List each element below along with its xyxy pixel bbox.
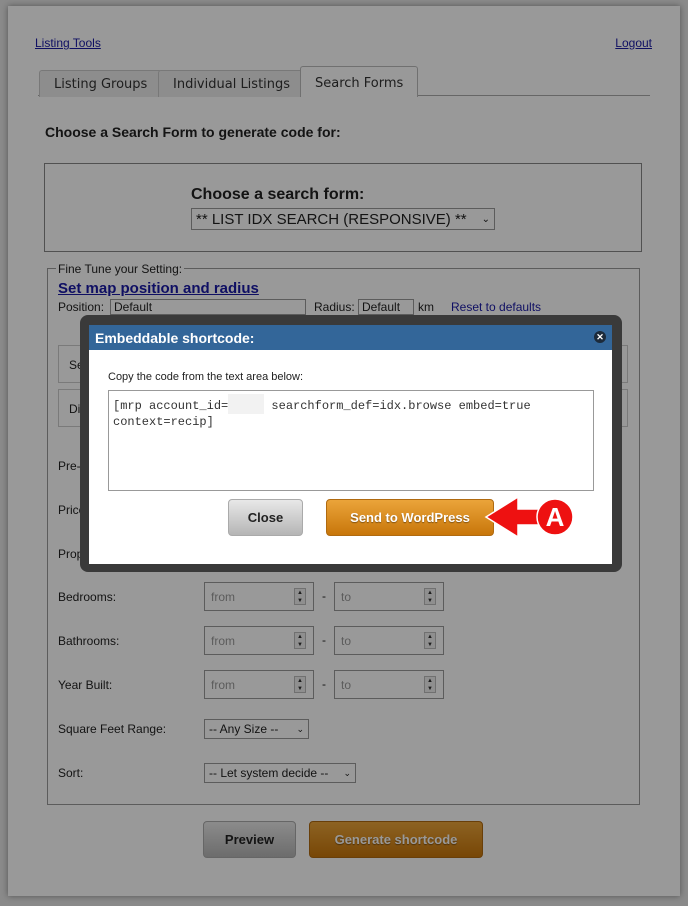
close-icon[interactable]: ✕ — [594, 331, 606, 343]
shortcode-textarea[interactable]: [mrp account_id= searchform_def=idx.brow… — [108, 390, 594, 491]
code-text: [mrp account_id= — [113, 399, 229, 413]
modal-header: Embeddable shortcode: ✕ — [89, 325, 612, 350]
annotation-letter: A — [546, 502, 565, 532]
send-to-wordpress-button[interactable]: Send to WordPress — [326, 499, 494, 536]
modal-title: Embeddable shortcode: — [95, 330, 255, 346]
modal-instruction: Copy the code from the text area below: — [108, 371, 304, 383]
close-button[interactable]: Close — [228, 499, 303, 536]
annotation-arrow-icon: A — [484, 495, 574, 539]
redacted-account-id — [228, 394, 265, 414]
